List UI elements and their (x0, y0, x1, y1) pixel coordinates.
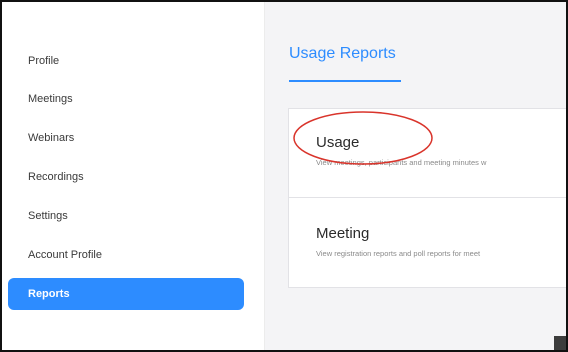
sidebar-item-reports[interactable]: Reports (8, 278, 244, 310)
scroll-handle[interactable] (554, 336, 566, 350)
sidebar-item-profile[interactable]: Profile (8, 45, 244, 77)
active-tab-underline (289, 80, 401, 82)
red-circle-annotation (293, 111, 433, 165)
page-title[interactable]: Usage Reports (289, 45, 396, 63)
sidebar-item-meetings[interactable]: Meetings (8, 83, 244, 115)
sidebar-item-webinars[interactable]: Webinars (8, 122, 244, 154)
app-window: Profile Meetings Webinars Recordings Set… (0, 0, 568, 352)
sidebar: Profile Meetings Webinars Recordings Set… (2, 2, 265, 350)
sidebar-item-recordings[interactable]: Recordings (8, 161, 244, 193)
report-description: View registration reports and poll repor… (316, 249, 481, 258)
report-title: Meeting (316, 225, 370, 242)
sidebar-item-account-profile[interactable]: Account Profile (8, 239, 244, 271)
sidebar-item-settings[interactable]: Settings (8, 200, 244, 232)
main-content: Usage Reports Usage View meetings, parti… (265, 2, 566, 350)
report-card-meeting[interactable]: Meeting View registration reports and po… (289, 198, 566, 286)
